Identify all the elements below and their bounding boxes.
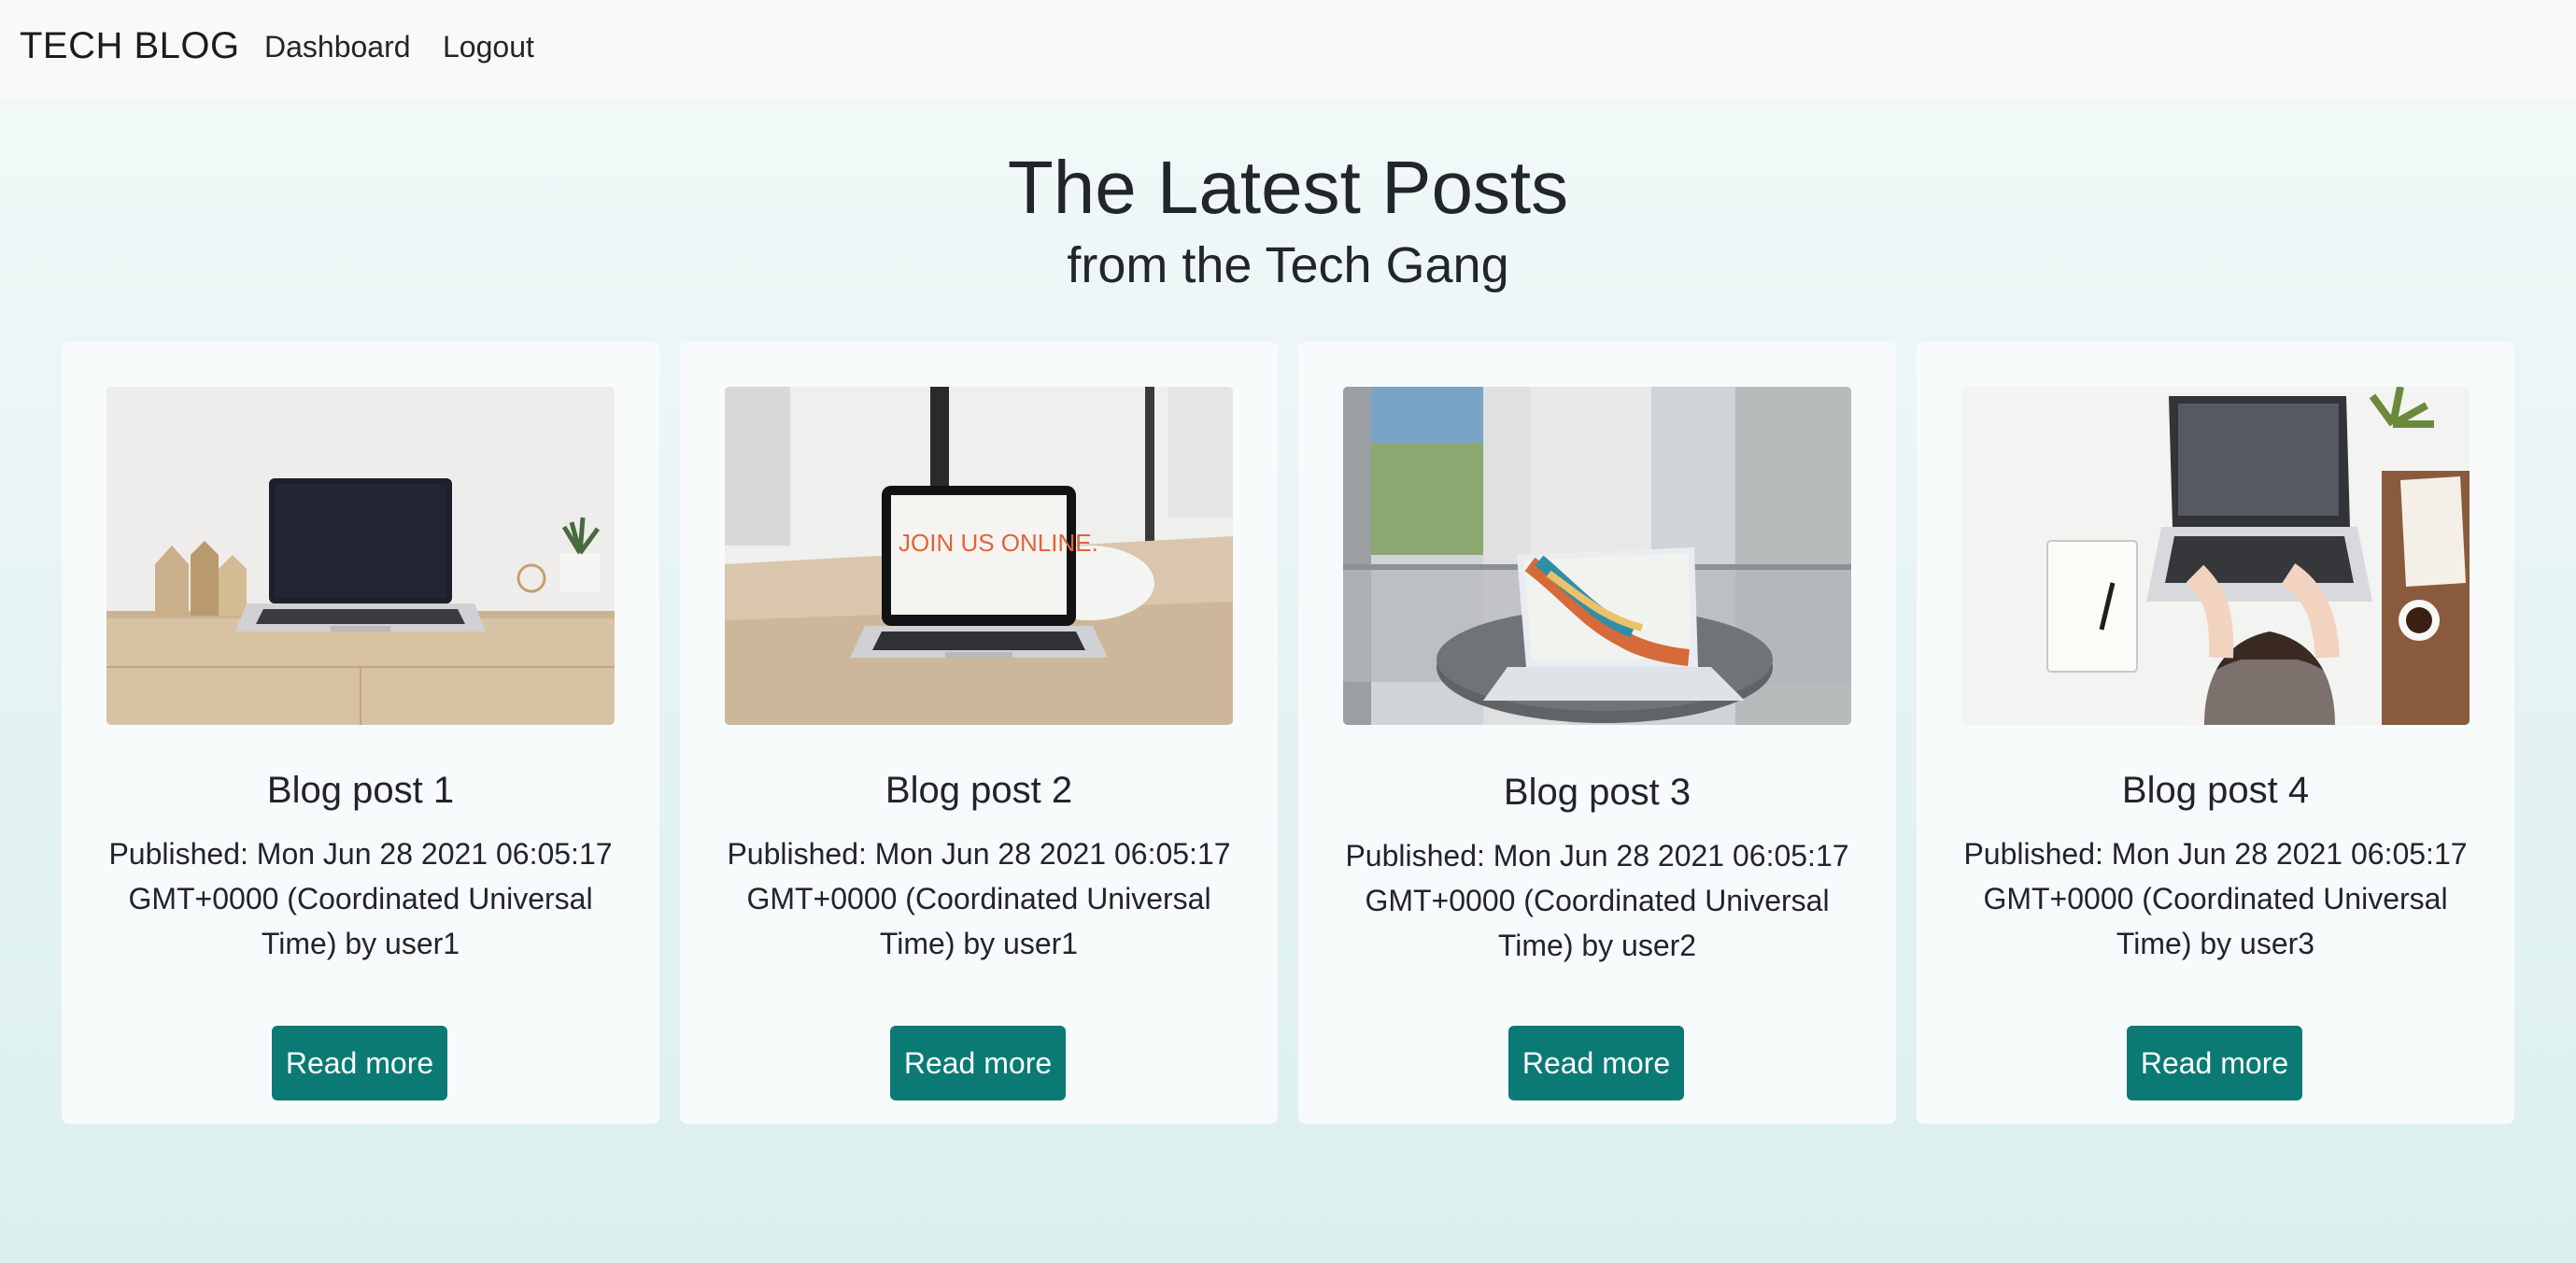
post-title-2[interactable]: Blog post 2 — [680, 770, 1278, 812]
nav-link-dashboard[interactable]: Dashboard — [264, 30, 411, 64]
post-image-4 — [1961, 387, 2470, 725]
read-more-button-2[interactable]: Read more — [890, 1026, 1066, 1100]
post-title-3[interactable]: Blog post 3 — [1298, 772, 1896, 814]
laptop-screen-text: JOIN US ONLINE. — [899, 529, 1098, 557]
post-image-3 — [1343, 387, 1851, 725]
read-more-button-1[interactable]: Read more — [272, 1026, 447, 1100]
post-meta-3: Published: Mon Jun 28 2021 06:05:17 GMT+… — [1345, 839, 1849, 962]
post-card-1: Blog post 1 Published: Mon Jun 28 2021 0… — [62, 342, 659, 1124]
nav-link-logout[interactable]: Logout — [443, 30, 534, 64]
read-more-button-3[interactable]: Read more — [1508, 1026, 1684, 1100]
top-navbar: TECH BLOG Dashboard Logout — [0, 0, 2576, 98]
post-title-1[interactable]: Blog post 1 — [62, 770, 659, 812]
page-title: The Latest Posts — [1007, 146, 1569, 229]
post-card-4: Blog post 4 Published: Mon Jun 28 2021 0… — [1917, 342, 2514, 1124]
post-card-2: JOIN US ONLINE. Blog post 2 Published: M… — [680, 342, 1278, 1124]
read-more-button-4[interactable]: Read more — [2127, 1026, 2302, 1100]
post-card-3: Blog post 3 Published: Mon Jun 28 2021 0… — [1298, 342, 1896, 1124]
post-meta-1: Published: Mon Jun 28 2021 06:05:17 GMT+… — [108, 837, 613, 960]
post-meta-2: Published: Mon Jun 28 2021 06:05:17 GMT+… — [727, 837, 1231, 960]
page-subtitle: from the Tech Gang — [1067, 237, 1509, 293]
post-title-4[interactable]: Blog post 4 — [1917, 770, 2514, 812]
post-image-1 — [106, 387, 615, 725]
brand-logo[interactable]: TECH BLOG — [20, 25, 240, 67]
post-image-2: JOIN US ONLINE. — [725, 387, 1233, 725]
post-meta-4: Published: Mon Jun 28 2021 06:05:17 GMT+… — [1963, 837, 2468, 960]
